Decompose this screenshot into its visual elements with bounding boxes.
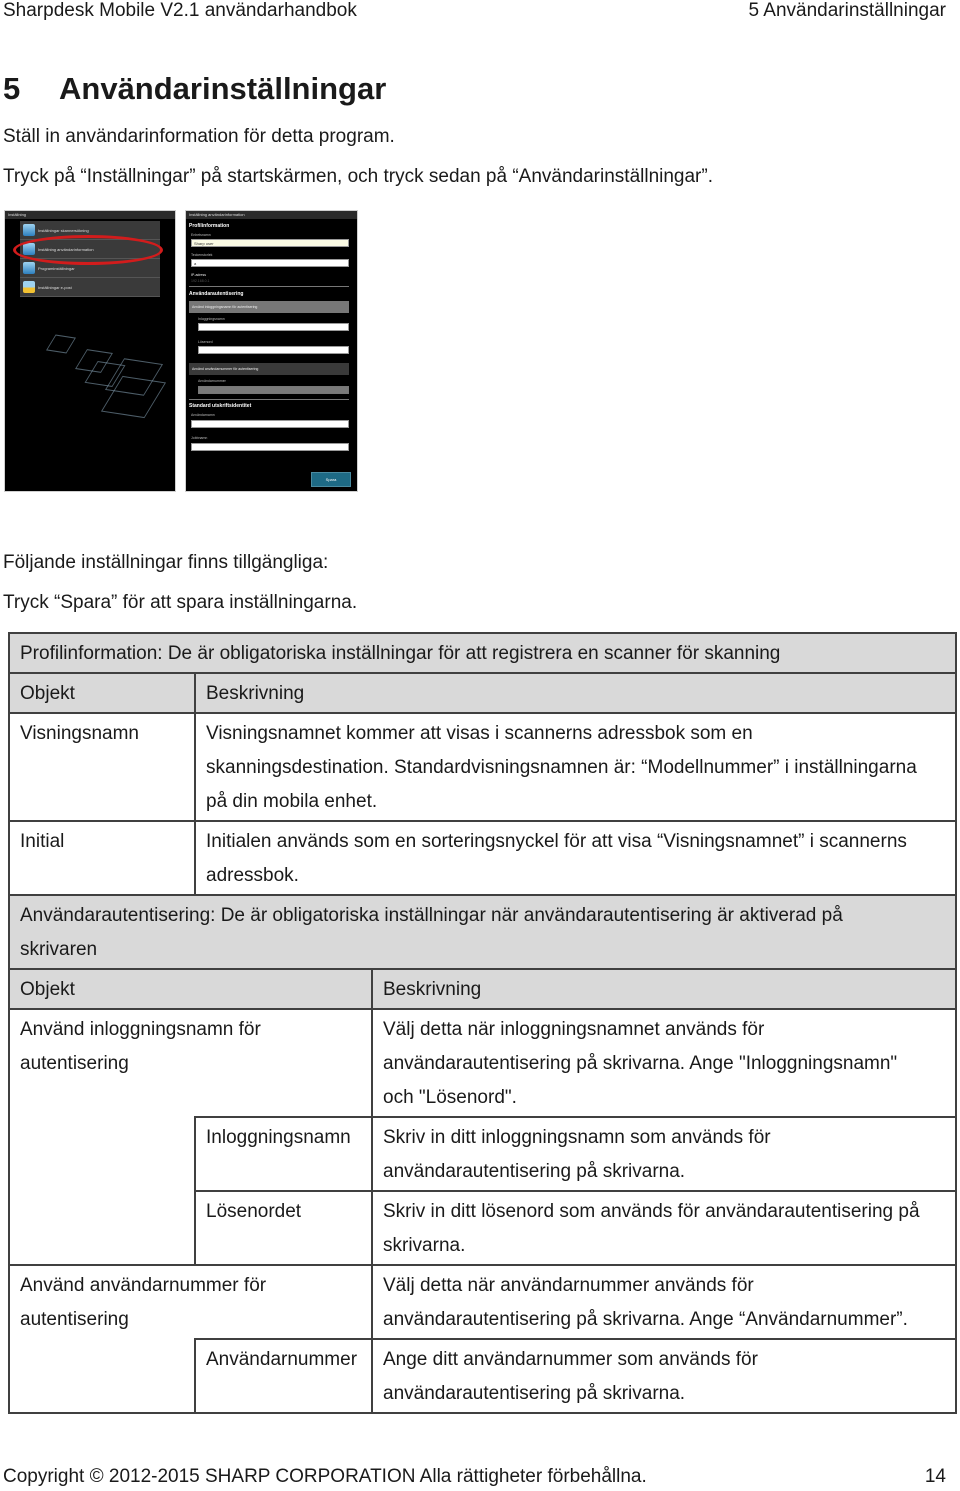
menu-item-label: Inställningar skannersökning: [38, 227, 89, 233]
initial-label: Teckenstorlek: [191, 253, 213, 257]
user-number-label: Användarnummer: [198, 379, 226, 383]
user-name-input[interactable]: [191, 420, 349, 428]
desc-line: användarautentisering på skrivarna. Ange…: [383, 1053, 898, 1074]
settings-app-icon: [23, 224, 35, 236]
display-name-input[interactable]: Sharp user: [191, 239, 349, 247]
password-label: Lösenord: [198, 340, 213, 344]
password-description: Skriv in ditt lösenord som används för a…: [371, 1190, 957, 1266]
menu-item-label: Programinställningar: [38, 265, 75, 271]
desc-line: användarautentisering på skrivarna. Ange…: [383, 1309, 908, 1330]
profile-col-object: Objekt: [8, 672, 196, 714]
section-profile: Profilinformation: [189, 223, 230, 229]
user-number-option[interactable]: Använd användarnummer för autentisering: [189, 363, 349, 375]
section-auth: Användarautentisering: [189, 291, 244, 297]
auth-col-description: Beskrivning: [371, 968, 957, 1010]
screenshot-titlebar: Inställning användarinformation: [186, 211, 357, 219]
screenshot-titlebar: Inställning: [5, 211, 175, 219]
email-lock-icon: [23, 281, 35, 293]
user-info-form: Profilinformation Enhetsnamn Sharp user …: [186, 219, 357, 491]
auth-header-line: Användarautentisering: De är obligatoris…: [20, 905, 843, 926]
table-row-object: Visningsnamn: [8, 712, 196, 822]
divider: [189, 399, 349, 400]
object-text: Lösenordet: [206, 1201, 302, 1222]
intro-paragraph-2: Tryck på “Inställningar” på startskärmen…: [3, 166, 713, 187]
initial-input[interactable]: a: [191, 259, 349, 267]
menu-item-email-settings[interactable]: Inställningar e-post: [20, 278, 160, 297]
login-name-option[interactable]: Använd inloggningsnamn för autentisering: [189, 301, 349, 313]
page-number: 14: [924, 1466, 946, 1487]
copyright-footer: Copyright © 2012-2015 SHARP CORPORATION …: [3, 1466, 647, 1487]
ip-value: 192.168.0.1: [191, 279, 210, 283]
desc-line: Skriv in ditt lösenord som används för a…: [383, 1201, 920, 1222]
desc-line: Ange ditt användarnummer som används för: [383, 1349, 758, 1370]
col-header-text: Objekt: [20, 979, 75, 1000]
table-row-description: Visningsnamnet kommer att visas i scanne…: [194, 712, 957, 822]
chapter-number: 5: [3, 71, 21, 106]
user-number-object: Användarnummer: [194, 1338, 373, 1414]
login-name-label: Inloggningsnamn: [198, 317, 225, 321]
login-name-object: Inloggningsnamn: [194, 1116, 373, 1192]
object-text: Visningsnamn: [20, 723, 140, 744]
running-header-chapter: 5 Användarinställningar: [748, 0, 946, 21]
display-name-label: Enhetsnamn: [191, 233, 211, 237]
password-object: Lösenordet: [194, 1190, 373, 1266]
program-settings-icon: [23, 262, 35, 274]
desc-line: skrivarna.: [383, 1235, 466, 1256]
desc-line: Visningsnamnet kommer att visas i scanne…: [206, 723, 753, 744]
login-option-description: Välj detta när inloggningsnamnet används…: [371, 1008, 957, 1118]
divider: [189, 286, 349, 287]
object-line: autentisering: [20, 1053, 129, 1074]
auth-header-line: skrivaren: [20, 939, 98, 960]
user-number-input[interactable]: [198, 386, 349, 394]
desc-line: Initialen används som en sorteringsnycke…: [206, 831, 907, 852]
user-info-form-screenshot: Inställning användarinformation Profilin…: [185, 210, 358, 492]
profile-col-description: Beskrivning: [194, 672, 957, 714]
object-text: Initial: [20, 831, 65, 852]
chapter-heading: 5 Användarinställningar: [3, 71, 386, 107]
desc-line: användarautentisering på skrivarna.: [383, 1383, 686, 1404]
job-name-input[interactable]: [191, 443, 349, 451]
auth-section-header: Användarautentisering: De är obligatoris…: [8, 894, 957, 970]
profile-section-header: Profilinformation: De är obligatoriska i…: [8, 632, 957, 674]
desc-line: och "Lösenord".: [383, 1087, 517, 1108]
save-button[interactable]: Spara: [311, 472, 351, 487]
login-name-description: Skriv in ditt inloggningsnamn som använd…: [371, 1116, 957, 1192]
login-name-input[interactable]: [198, 323, 349, 331]
col-header-text: Beskrivning: [206, 683, 305, 704]
object-line: Använd inloggningsnamn för: [20, 1019, 261, 1040]
decorative-square: [46, 334, 76, 354]
settings-menu-screenshot: Inställning Inställningar skannersökning…: [4, 210, 176, 492]
section-print-identity: Standard utskriftsidentitet: [189, 403, 252, 409]
running-header-title: Sharpdesk Mobile V2.1 användarhandbok: [3, 0, 357, 21]
object-text: Inloggningsnamn: [206, 1127, 351, 1148]
chapter-title: Användarinställningar: [59, 71, 387, 106]
desc-line: Skriv in ditt inloggningsnamn som använd…: [383, 1127, 771, 1148]
desc-line: adressbok.: [206, 865, 299, 886]
object-line: autentisering: [20, 1309, 129, 1330]
password-input[interactable]: [198, 346, 349, 354]
object-text: Användarnummer: [206, 1349, 358, 1370]
available-settings-text: Följande inställningar finns tillgänglig…: [3, 552, 329, 573]
menu-item-label: Inställningar e-post: [38, 284, 72, 290]
col-header-text: Beskrivning: [383, 979, 482, 1000]
user-name-label: Användarnamn: [191, 413, 215, 417]
desc-line: på din mobila enhet.: [206, 791, 378, 812]
user-number-option-description: Välj detta när användarnummer används fö…: [371, 1264, 957, 1340]
desc-line: användarautentisering på skrivarna.: [383, 1161, 686, 1182]
highlight-ellipse: [13, 235, 163, 265]
user-number-description: Ange ditt användarnummer som används för…: [371, 1338, 957, 1414]
object-line: Använd användarnummer för: [20, 1275, 267, 1296]
desc-line: Välj detta när användarnummer används fö…: [383, 1275, 754, 1296]
ip-label: IP-adress: [191, 273, 206, 277]
table-row-object: Initial: [8, 820, 196, 896]
profile-header-text: Profilinformation: De är obligatoriska i…: [20, 643, 781, 664]
col-header-text: Objekt: [20, 683, 75, 704]
desc-line: Välj detta när inloggningsnamnet används…: [383, 1019, 765, 1040]
table-row-description: Initialen används som en sorteringsnycke…: [194, 820, 957, 896]
desc-line: skanningsdestination. Standardvisningsna…: [206, 757, 917, 778]
save-instruction-text: Tryck “Spara” för att spara inställninga…: [3, 592, 358, 613]
intro-paragraph-1: Ställ in användarinformation för detta p…: [3, 126, 395, 147]
auth-col-object: Objekt: [8, 968, 373, 1010]
job-name-label: Jobbnamn: [191, 436, 208, 440]
